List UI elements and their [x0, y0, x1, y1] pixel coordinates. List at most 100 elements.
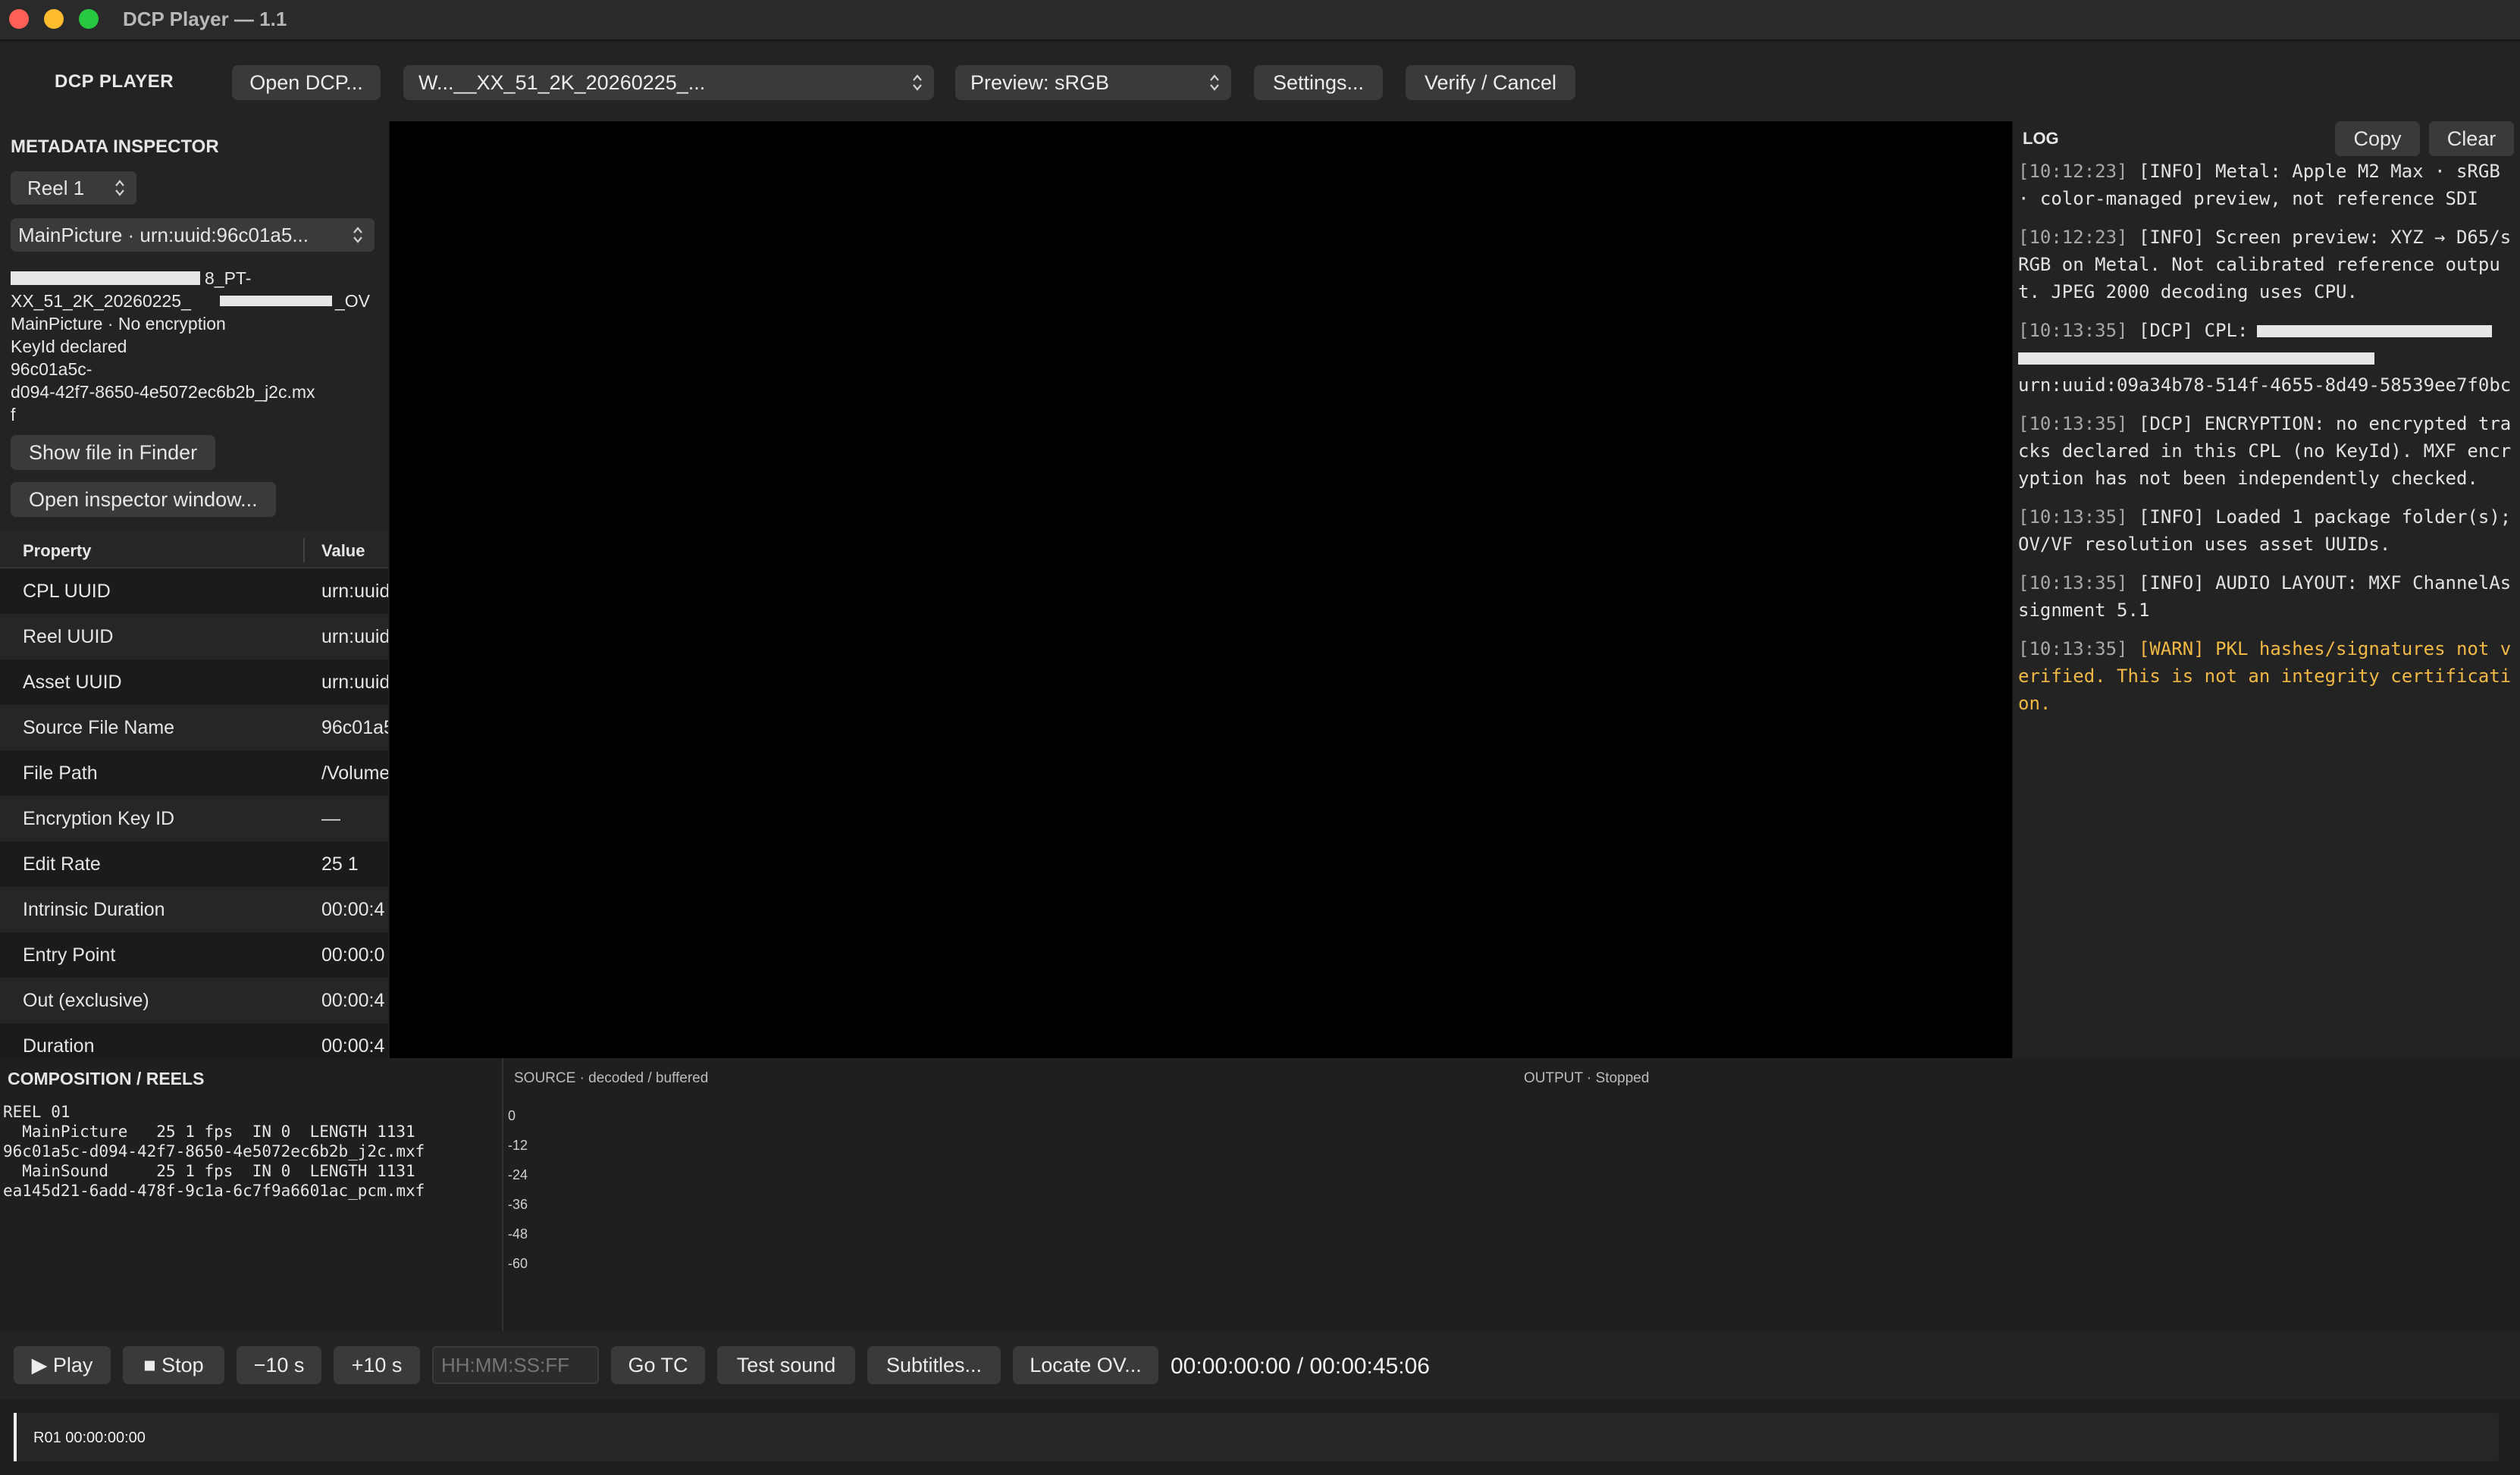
log-timestamp: [10:13:35]: [2018, 320, 2128, 341]
asset-select[interactable]: MainPicture · urn:uuid:96c01a5...: [11, 218, 375, 252]
log-title: LOG: [2023, 129, 2059, 148]
property-value: 00:00:4: [321, 990, 385, 1011]
video-preview[interactable]: [390, 121, 2012, 1058]
column-divider[interactable]: [303, 538, 305, 562]
title-bar: DCP Player — 1.1: [0, 0, 2520, 41]
property-row[interactable]: Edit Rate 25 1: [0, 841, 388, 887]
file-name-line-2: d094-42f7-8650-4e5072ec6b2b_j2c.mx: [11, 382, 315, 402]
log-entry: [10:13:35] [WARN] PKL hashes/signatures …: [2018, 635, 2515, 717]
stop-button[interactable]: ■ Stop: [123, 1346, 224, 1384]
reel-marker: R01 00:00:00:00: [33, 1430, 146, 1446]
zoom-window-button[interactable]: [79, 9, 99, 29]
value-column-header[interactable]: Value: [321, 541, 365, 561]
timecode-input[interactable]: [432, 1346, 599, 1384]
subtitles-button[interactable]: Subtitles...: [867, 1346, 1001, 1384]
log-entry: [10:13:35] [DCP] CPL: urn:uuid:09a34b78-5…: [2018, 317, 2515, 399]
property-key: Duration: [23, 1035, 95, 1057]
db-tick-label: -12: [508, 1138, 528, 1153]
property-value: 00:00:4: [321, 899, 385, 920]
property-value: urn:uuid: [321, 626, 388, 647]
property-key: Out (exclusive): [23, 990, 149, 1011]
playhead[interactable]: [14, 1413, 17, 1461]
log-timestamp: [10:13:35]: [2018, 572, 2128, 593]
show-in-finder-button[interactable]: Show file in Finder: [11, 435, 216, 470]
open-inspector-window-button[interactable]: Open inspector window...: [11, 482, 276, 517]
play-button[interactable]: ▶ Play: [14, 1346, 111, 1384]
encryption-status: MainPicture · No encryption: [11, 314, 226, 334]
reel-select-value: Reel 1: [27, 177, 85, 199]
property-row[interactable]: Entry Point 00:00:0: [0, 932, 388, 978]
asset-name-line-1: 8_PT-: [11, 267, 375, 290]
log-entry: [10:12:23] [INFO] Screen preview: XYZ → …: [2018, 224, 2515, 305]
asset-select-value: MainPicture · urn:uuid:96c01a5...: [18, 224, 309, 246]
chevron-updown-icon: [115, 180, 124, 196]
copy-log-button[interactable]: Copy: [2335, 121, 2420, 156]
property-row[interactable]: File Path/Volume: [0, 750, 388, 796]
property-key: Asset UUID: [23, 672, 122, 693]
property-row[interactable]: Asset UUID urn:uuid: [0, 659, 388, 705]
locate-ov-button[interactable]: Locate OV...: [1013, 1346, 1158, 1384]
timeline-track[interactable]: R01 00:00:00:00: [12, 1413, 2499, 1461]
property-table-header: Property Value: [0, 531, 388, 568]
property-row[interactable]: Out (exclusive) 00:00:4: [0, 978, 388, 1023]
db-tick-label: -24: [508, 1167, 528, 1182]
transport-bar: ▶ Play ■ Stop −10 s +10 s Go TC Test sou…: [0, 1331, 2520, 1399]
test-sound-button[interactable]: Test sound: [717, 1346, 855, 1384]
preview-select-value: Preview: sRGB: [970, 71, 1110, 94]
rewind-10s-button[interactable]: −10 s: [237, 1346, 321, 1384]
verify-cancel-button[interactable]: Verify / Cancel: [1406, 65, 1575, 100]
redaction-bar: [220, 296, 332, 306]
app-brand: DCP PLAYER: [55, 71, 174, 92]
asset-name-line-2: XX_51_2K_20260225_ _OV: [11, 291, 371, 311]
property-value: urn:uuid: [321, 672, 388, 693]
property-value: 96c01a5: [321, 717, 388, 738]
property-value: /Volume: [321, 763, 388, 784]
chevron-updown-icon: [1210, 74, 1219, 91]
property-row[interactable]: CPL UUID urn:uuid: [0, 568, 388, 614]
go-tc-button[interactable]: Go TC: [611, 1346, 705, 1384]
redaction-bar: [2257, 325, 2493, 337]
property-row[interactable]: Intrinsic Duration 00:00:4: [0, 887, 388, 932]
timeline: R01 00:00:00:00: [0, 1399, 2520, 1475]
property-row[interactable]: Source File Name 96c01a5: [0, 705, 388, 750]
property-column-header[interactable]: Property: [23, 541, 91, 561]
window-title: DCP Player — 1.1: [123, 8, 287, 30]
log-timestamp: [10:13:35]: [2018, 413, 2128, 434]
log-list[interactable]: [10:12:23] [INFO] Metal: Apple M2 Max · …: [2018, 158, 2515, 728]
open-dcp-button[interactable]: Open DCP...: [232, 65, 381, 100]
db-tick-label: -36: [508, 1197, 528, 1212]
log-timestamp: [10:13:35]: [2018, 638, 2128, 659]
property-key: Encryption Key ID: [23, 808, 175, 829]
reel-select[interactable]: Reel 1: [11, 171, 136, 205]
property-key: Source File Name: [23, 717, 175, 738]
property-value: urn:uuid: [321, 581, 388, 602]
property-key: Intrinsic Duration: [23, 899, 165, 920]
cpl-select-value: W...__XX_51_2K_20260225_...: [418, 71, 706, 94]
clear-log-button[interactable]: Clear: [2429, 121, 2514, 156]
db-tick-label: -60: [508, 1256, 528, 1271]
property-key: Edit Rate: [23, 853, 101, 875]
log-timestamp: [10:12:23]: [2018, 227, 2128, 248]
db-tick-label: 0: [508, 1108, 516, 1123]
settings-button[interactable]: Settings...: [1254, 65, 1383, 100]
close-window-button[interactable]: [9, 9, 29, 29]
cpl-select[interactable]: W...__XX_51_2K_20260225_...: [403, 65, 934, 100]
property-value: 00:00:4: [321, 1035, 385, 1057]
log-entry: [10:13:35] [DCP] ENCRYPTION: no encrypte…: [2018, 410, 2515, 492]
log-timestamp: [10:12:23]: [2018, 161, 2128, 182]
timecode-readout: 00:00:00:00 / 00:00:45:06: [1171, 1354, 1430, 1379]
property-row[interactable]: Duration 00:00:4: [0, 1023, 388, 1058]
property-row[interactable]: Encryption Key ID —: [0, 796, 388, 841]
property-key: Reel UUID: [23, 626, 114, 647]
audio-meter-panel: SOURCE · decoded / buffered OUTPUT · Sto…: [505, 1058, 2520, 1331]
property-value: 00:00:0: [321, 944, 385, 966]
chevron-updown-icon: [353, 227, 362, 243]
log-timestamp: [10:13:35]: [2018, 506, 2128, 528]
forward-10s-button[interactable]: +10 s: [334, 1346, 420, 1384]
property-row[interactable]: Reel UUID urn:uuid: [0, 614, 388, 659]
preview-select[interactable]: Preview: sRGB: [955, 65, 1231, 100]
minimize-window-button[interactable]: [44, 9, 64, 29]
chevron-updown-icon: [913, 74, 922, 91]
composition-title: COMPOSITION / REELS: [8, 1069, 205, 1088]
file-name-line-3: f: [11, 405, 16, 424]
